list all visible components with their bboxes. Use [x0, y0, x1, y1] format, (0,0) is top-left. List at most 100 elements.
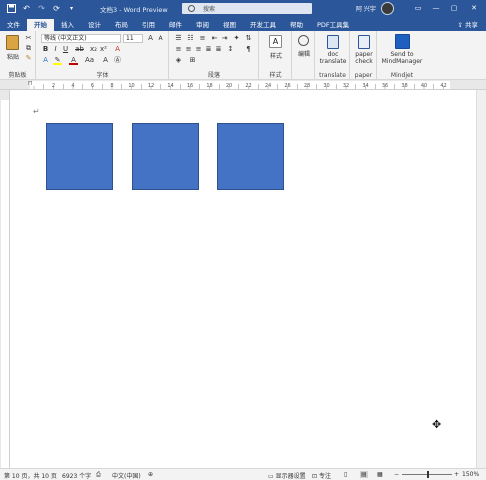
find-icon[interactable]	[298, 35, 309, 46]
zoom-out-icon[interactable]: −	[394, 471, 399, 478]
vertical-ruler[interactable]	[0, 90, 10, 468]
editing-button[interactable]: 编辑	[294, 49, 314, 58]
line-spacing-icon[interactable]: ↕	[226, 45, 235, 54]
paste-button[interactable]: 粘贴	[3, 52, 23, 61]
read-mode-icon[interactable]: ▯	[344, 471, 347, 478]
send-to-mindmanager-button[interactable]: Send to MindManager	[379, 51, 425, 65]
tab-11[interactable]: PDF工具集	[310, 19, 356, 31]
bullets-icon[interactable]: ☰	[174, 34, 183, 43]
paper-check-icon[interactable]	[358, 35, 370, 49]
styles-icon[interactable]: A	[269, 35, 282, 48]
zoom-slider-thumb[interactable]	[427, 471, 429, 478]
tab-4[interactable]: 布局	[108, 19, 135, 31]
italic-icon[interactable]: I	[51, 45, 60, 54]
text-effects-icon[interactable]: A	[41, 56, 50, 65]
align-center-icon[interactable]: ≡	[184, 45, 193, 54]
shrink-font-icon[interactable]: A	[156, 34, 165, 43]
distribute-icon[interactable]: ≣	[214, 45, 223, 54]
refresh-icon[interactable]: ⟳	[51, 3, 62, 14]
doc-translate-button[interactable]: doc translate	[318, 51, 348, 65]
tab-7[interactable]: 审阅	[189, 19, 216, 31]
mindmanager-icon[interactable]	[395, 34, 410, 49]
paste-icon[interactable]	[6, 35, 19, 50]
tab-2[interactable]: 插入	[54, 19, 81, 31]
horizontal-ruler[interactable]: 2 4 6 8 10 12 14 16 18 20 22 24 26 28 30 32 34 36 38 40 42 ⊓	[0, 80, 486, 90]
bold-icon[interactable]: B	[41, 45, 50, 54]
font-name-select[interactable]: 等线 (中文正文)	[41, 34, 121, 43]
blue-rectangle-shape[interactable]	[217, 123, 284, 190]
avatar[interactable]	[381, 2, 394, 15]
underline-icon[interactable]: U	[61, 45, 70, 54]
align-right-icon[interactable]: ≡	[194, 45, 203, 54]
font-color-icon[interactable]: A	[69, 56, 78, 65]
tab-10[interactable]: 帮助	[283, 19, 310, 31]
undo-icon[interactable]: ↶	[21, 3, 32, 14]
subscript-icon[interactable]: x₂	[89, 45, 98, 54]
tab-1[interactable]: 开始	[27, 19, 54, 31]
shading-icon[interactable]: ◈	[174, 56, 183, 65]
borders-icon[interactable]: ⊞	[188, 56, 197, 65]
blue-rectangle-shape[interactable]	[132, 123, 199, 190]
decrease-indent-icon[interactable]: ⇤	[210, 34, 219, 43]
zoom-in-icon[interactable]: +	[454, 471, 459, 478]
doc-translate-icon[interactable]	[327, 35, 339, 49]
status-bar: 第 10 页，共 10 页 6923 个字 ⎙ 中文(中国) ⊕ ▭ 显示器设置…	[0, 468, 486, 480]
save-icon[interactable]	[6, 3, 17, 14]
maximize-icon[interactable]: ▢	[446, 2, 462, 14]
format-painter-icon[interactable]: ✎	[24, 54, 33, 63]
word-count[interactable]: 6923 个字	[62, 471, 91, 480]
cut-icon[interactable]: ✂	[24, 34, 33, 43]
tab-6[interactable]: 邮件	[162, 19, 189, 31]
superscript-icon[interactable]: x²	[99, 45, 108, 54]
styles-group: A 样式 样式	[260, 31, 292, 80]
search-box[interactable]: 搜索	[182, 3, 312, 14]
clear-formatting-icon[interactable]: A	[113, 45, 122, 54]
ribbon-display-options-icon[interactable]: ▭	[410, 2, 426, 14]
vertical-scrollbar[interactable]	[476, 90, 486, 468]
show-marks-icon[interactable]: ¶	[244, 45, 253, 54]
font-group: 等线 (中文正文) 11 A A B I U ab x₂ x² A A ✎ A …	[37, 31, 169, 80]
focus-button[interactable]: ⊡ 专注	[312, 471, 331, 480]
display-settings-button[interactable]: ▭ 显示器设置	[268, 471, 306, 480]
zoom-level[interactable]: 150%	[462, 471, 479, 478]
close-icon[interactable]: ✕	[466, 2, 482, 14]
redo-icon[interactable]: ↷	[36, 3, 47, 14]
share-button[interactable]: ⇪ 共享	[457, 19, 478, 29]
numbering-icon[interactable]: ☷	[186, 34, 195, 43]
highlight-icon[interactable]: ✎	[53, 56, 62, 65]
multilevel-list-icon[interactable]: ≡	[198, 34, 207, 43]
change-case-icon[interactable]: Aa	[85, 56, 94, 65]
tab-0[interactable]: 文件	[0, 19, 27, 31]
accessibility-icon[interactable]: ⊕	[148, 471, 153, 478]
paragraph-group-label: 段落	[207, 72, 220, 79]
phonetic-guide-icon[interactable]: A	[101, 56, 110, 65]
print-layout-icon[interactable]: ▤	[360, 471, 368, 478]
tab-3[interactable]: 设计	[81, 19, 108, 31]
increase-indent-icon[interactable]: ⇥	[220, 34, 229, 43]
chinese-layout-icon[interactable]: ✦	[232, 34, 241, 43]
web-layout-icon[interactable]: ▦	[377, 471, 383, 478]
minimize-icon[interactable]: —	[428, 2, 444, 14]
customize-toolbar-icon[interactable]: ▾	[66, 3, 77, 14]
styles-button[interactable]: 样式	[264, 51, 288, 60]
grow-font-icon[interactable]: A	[146, 34, 155, 43]
justify-icon[interactable]: ≣	[204, 45, 213, 54]
enclose-character-icon[interactable]: Ⓐ	[113, 56, 122, 65]
page-count[interactable]: 第 10 页，共 10 页	[4, 471, 57, 480]
sort-icon[interactable]: ⇅	[244, 34, 253, 43]
copy-icon[interactable]: ⧉	[24, 44, 33, 53]
font-size-select[interactable]: 11	[123, 34, 143, 43]
tab-9[interactable]: 开发工具	[243, 19, 283, 31]
language-indicator[interactable]: 中文(中国)	[112, 471, 141, 480]
tab-8[interactable]: 视图	[216, 19, 243, 31]
indent-marker-icon[interactable]: ⊓	[28, 80, 33, 87]
document-page[interactable]: ↵	[11, 91, 476, 467]
strikethrough-icon[interactable]: ab	[75, 45, 84, 54]
proofing-icon[interactable]: ⎙	[96, 471, 101, 479]
tab-5[interactable]: 引用	[135, 19, 162, 31]
clipboard-group-label: 剪贴板	[8, 72, 27, 79]
blue-rectangle-shape[interactable]	[46, 123, 113, 190]
align-left-icon[interactable]: ≡	[174, 45, 183, 54]
paper-check-button[interactable]: paper check	[352, 51, 376, 65]
user-name[interactable]: 阿 兴宇	[356, 4, 376, 13]
